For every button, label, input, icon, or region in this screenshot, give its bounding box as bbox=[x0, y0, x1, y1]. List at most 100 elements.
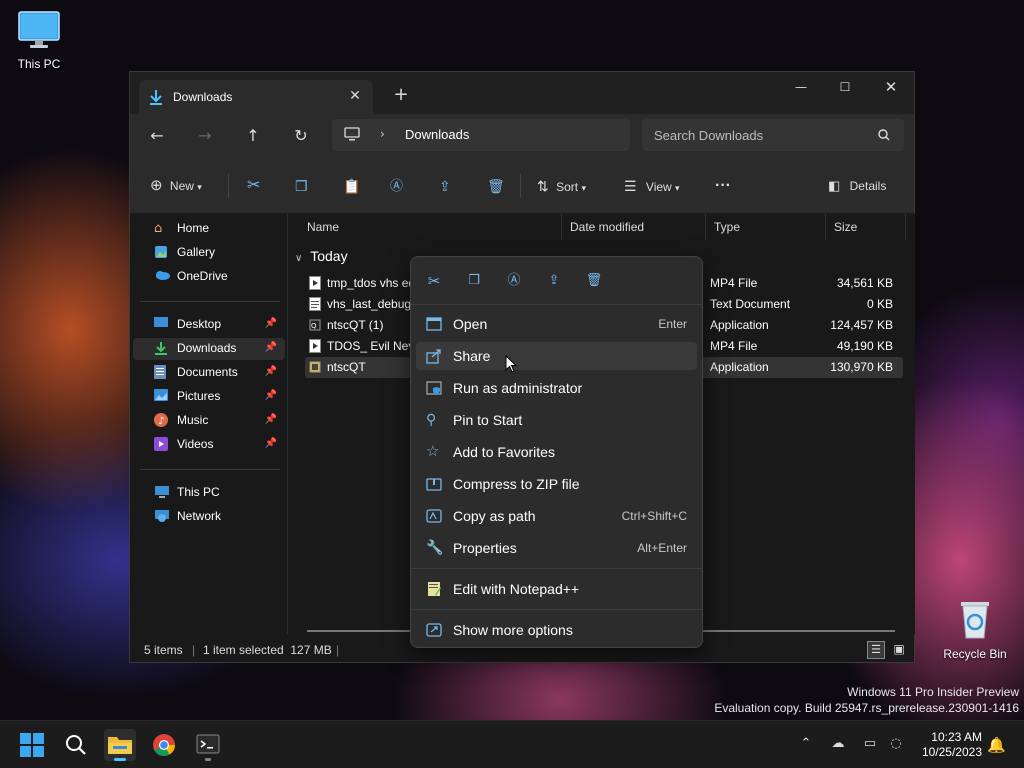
sidebar-item-music[interactable]: ♪ Music 📌 bbox=[133, 410, 285, 432]
search-input[interactable] bbox=[642, 119, 904, 151]
context-item-label: Run as administrator bbox=[453, 380, 583, 396]
context-item-run-as-admin[interactable]: Run as administrator bbox=[416, 374, 697, 402]
sidebar-item-network[interactable]: Network bbox=[133, 506, 285, 528]
sidebar-separator bbox=[140, 301, 280, 302]
taskbar-terminal[interactable] bbox=[192, 729, 224, 761]
context-menu: ✂ ❐ Ⓐ ⇪ 🗑 Open Enter Share Run as admini… bbox=[410, 256, 703, 648]
file-name: ntscQT bbox=[327, 360, 366, 374]
context-item-notepadpp[interactable]: Edit with Notepad++ bbox=[416, 575, 697, 603]
rename-icon: Ⓐ bbox=[507, 273, 521, 288]
context-item-compress-zip[interactable]: Compress to ZIP file bbox=[416, 470, 697, 498]
sidebar-item-label: Gallery bbox=[177, 245, 216, 259]
onedrive-icon bbox=[154, 269, 170, 285]
sidebar-item-downloads[interactable]: Downloads 📌 bbox=[133, 338, 285, 360]
taskbar-file-explorer[interactable] bbox=[104, 729, 136, 761]
context-separator bbox=[411, 609, 702, 610]
column-header-type[interactable]: Type bbox=[706, 214, 826, 240]
context-item-pin-to-start[interactable]: ⚲ Pin to Start bbox=[416, 406, 697, 434]
sidebar-item-gallery[interactable]: Gallery bbox=[133, 242, 285, 264]
details-view-button[interactable]: ☰ bbox=[867, 641, 885, 659]
pin-icon[interactable]: 📌 bbox=[265, 414, 277, 425]
search-icon bbox=[878, 129, 890, 141]
context-item-label: Show more options bbox=[453, 622, 573, 638]
share-button[interactable]: ⇪ bbox=[439, 174, 451, 198]
start-button[interactable] bbox=[16, 729, 48, 761]
sidebar-item-documents[interactable]: Documents 📌 bbox=[133, 362, 285, 384]
active-app-indicator bbox=[114, 758, 126, 761]
sidebar-item-desktop[interactable]: Desktop 📌 bbox=[133, 314, 285, 336]
address-bar[interactable]: › Downloads bbox=[332, 119, 630, 151]
paste-button[interactable]: 📋 bbox=[343, 174, 360, 198]
context-rename-button[interactable]: Ⓐ bbox=[503, 270, 525, 292]
context-share-button[interactable]: ⇪ bbox=[543, 270, 565, 292]
pin-icon[interactable]: 📌 bbox=[265, 366, 277, 377]
context-item-share[interactable]: Share bbox=[416, 342, 697, 370]
context-item-add-favorites[interactable]: ☆ Add to Favorites bbox=[416, 438, 697, 466]
tiles-view-button[interactable]: ▣ bbox=[890, 641, 908, 659]
delete-button[interactable]: 🗑 bbox=[487, 174, 505, 198]
pin-icon[interactable]: 📌 bbox=[265, 342, 277, 353]
pictures-icon bbox=[154, 389, 170, 405]
desktop-icon-recycle-bin[interactable]: Recycle Bin bbox=[935, 598, 1015, 661]
context-item-copy-as-path[interactable]: Copy as path Ctrl+Shift+C bbox=[416, 502, 697, 530]
view-button[interactable]: ☰ View ▾ bbox=[624, 174, 680, 198]
video-file-icon bbox=[309, 276, 321, 290]
up-button[interactable]: ↑ bbox=[238, 122, 268, 150]
context-cut-button[interactable]: ✂ bbox=[423, 270, 445, 292]
folder-icon bbox=[108, 737, 132, 754]
maximize-button[interactable]: ☐ bbox=[822, 72, 868, 102]
new-tab-button[interactable]: + bbox=[390, 84, 412, 106]
rename-button[interactable]: Ⓐ bbox=[390, 174, 403, 198]
context-item-open[interactable]: Open Enter bbox=[416, 310, 697, 338]
show-hidden-icons-button[interactable]: ⌃ bbox=[797, 736, 815, 754]
network-status-icon[interactable]: ◌ bbox=[887, 736, 905, 754]
taskbar-chrome[interactable] bbox=[148, 729, 180, 761]
share-icon bbox=[426, 348, 442, 364]
sidebar-item-pictures[interactable]: Pictures 📌 bbox=[133, 386, 285, 408]
terminal-icon bbox=[196, 734, 220, 754]
refresh-button[interactable]: ↻ bbox=[286, 122, 316, 150]
group-header-today[interactable]: ∨ Today bbox=[295, 248, 348, 264]
pin-icon[interactable]: 📌 bbox=[265, 318, 277, 329]
svg-text:♪: ♪ bbox=[158, 416, 164, 427]
tab-downloads[interactable]: Downloads ✕ bbox=[139, 80, 373, 114]
back-button[interactable]: ← bbox=[142, 122, 172, 150]
sort-label: Sort bbox=[556, 180, 579, 194]
copy-button[interactable]: ❐ bbox=[295, 174, 308, 198]
tab-label: Downloads bbox=[173, 90, 233, 104]
sort-button[interactable]: ⇅ Sort ▾ bbox=[537, 174, 586, 198]
column-header-name[interactable]: Name bbox=[299, 214, 562, 240]
minimize-button[interactable]: — bbox=[778, 72, 824, 102]
close-window-button[interactable]: ✕ bbox=[868, 72, 914, 102]
display-icon[interactable]: ▭ bbox=[861, 736, 879, 754]
forward-button[interactable]: → bbox=[190, 122, 220, 150]
context-delete-button[interactable]: 🗑 bbox=[583, 270, 605, 292]
this-pc-icon bbox=[154, 485, 170, 501]
context-item-show-more[interactable]: Show more options bbox=[416, 616, 697, 644]
context-item-properties[interactable]: 🔧 Properties Alt+Enter bbox=[416, 534, 697, 562]
pin-icon[interactable]: 📌 bbox=[265, 438, 277, 449]
downloads-icon bbox=[154, 341, 170, 357]
context-item-label: Share bbox=[453, 348, 491, 364]
column-header-size[interactable]: Size bbox=[826, 214, 906, 240]
sidebar-item-this-pc[interactable]: This PC bbox=[133, 482, 285, 504]
sidebar-item-home[interactable]: ⌂ Home bbox=[133, 218, 285, 240]
details-button[interactable]: ◧ Details bbox=[828, 174, 886, 198]
breadcrumb-downloads[interactable]: Downloads bbox=[405, 127, 469, 142]
context-copy-button[interactable]: ❐ bbox=[463, 270, 485, 292]
watermark-line2: Evaluation copy. Build 25947.rs_prerelea… bbox=[714, 701, 1019, 715]
new-button[interactable]: ⊕ New ▾ bbox=[150, 174, 202, 198]
onedrive-status-icon[interactable]: ☁ bbox=[829, 736, 847, 754]
cut-button[interactable]: ✂ bbox=[247, 174, 260, 198]
file-name: TDOS_ Evil Neve bbox=[327, 339, 417, 353]
column-header-date[interactable]: Date modified bbox=[562, 214, 706, 240]
tab-close-icon[interactable]: ✕ bbox=[345, 86, 365, 106]
sidebar-item-onedrive[interactable]: OneDrive bbox=[133, 266, 285, 288]
notification-bell-icon[interactable]: 🔔 bbox=[987, 736, 1006, 754]
taskbar-search-button[interactable] bbox=[60, 729, 92, 761]
sidebar-item-videos[interactable]: Videos 📌 bbox=[133, 434, 285, 456]
pin-icon[interactable]: 📌 bbox=[265, 390, 277, 401]
desktop-icon-this-pc[interactable]: This PC bbox=[0, 10, 79, 71]
more-button[interactable]: ··· bbox=[715, 174, 731, 198]
taskbar-clock[interactable]: 10:23 AM 10/25/2023 bbox=[912, 730, 982, 760]
